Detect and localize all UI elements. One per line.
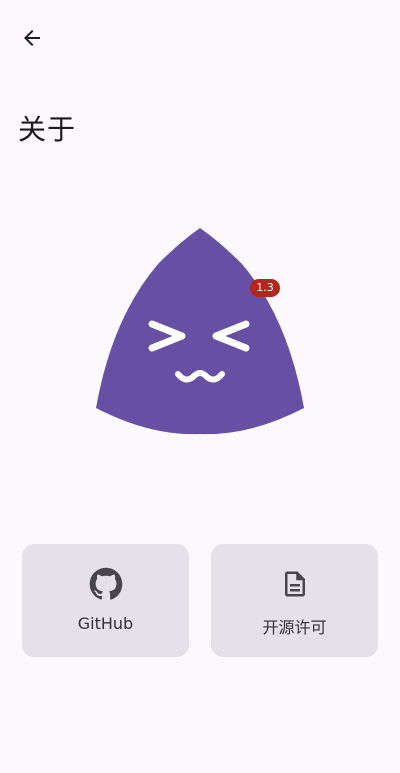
github-label: GitHub [77, 614, 134, 633]
open-source-licenses-label: 开源许可 [262, 618, 327, 637]
page-title: 关于 [18, 113, 77, 146]
github-icon [88, 566, 124, 602]
document-icon [277, 566, 313, 602]
app-logo-face-icon [96, 228, 304, 435]
app-logo [94, 226, 306, 438]
arrow-back-icon [20, 26, 44, 54]
version-badge: 1.3 [250, 279, 280, 297]
back-button[interactable] [14, 22, 50, 58]
github-button[interactable]: GitHub [22, 544, 189, 657]
open-source-licenses-button[interactable]: 开源许可 [211, 544, 378, 657]
